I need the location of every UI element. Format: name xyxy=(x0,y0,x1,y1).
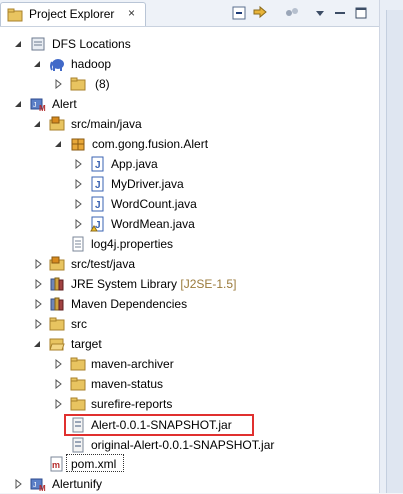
maven-project-icon: JM xyxy=(30,476,46,492)
tree-item-original-alert-jar[interactable]: original-Alert-0.0.1-SNAPSHOT.jar xyxy=(0,435,379,455)
svg-text:J: J xyxy=(33,102,37,109)
tree-item-hadoop[interactable]: hadoop xyxy=(0,54,379,74)
java-file-icon: J xyxy=(90,156,106,172)
chevron-right-icon[interactable] xyxy=(73,179,83,189)
jre-label: JRE System Library xyxy=(71,277,178,291)
jar-file-icon xyxy=(70,437,86,453)
folder-icon xyxy=(49,316,65,332)
chevron-down-icon[interactable] xyxy=(32,339,42,349)
java-file-warning-icon: J xyxy=(90,216,106,232)
chevron-right-icon[interactable] xyxy=(53,359,63,369)
tree-item-app-java[interactable]: J App.java xyxy=(0,154,379,174)
svg-text:m: m xyxy=(52,460,60,470)
chevron-right-icon[interactable] xyxy=(13,479,23,489)
chevron-right-icon[interactable] xyxy=(33,299,43,309)
open-folder-icon xyxy=(49,336,65,352)
chevron-right-icon[interactable] xyxy=(33,279,43,289)
maven-project-icon: JM xyxy=(30,96,46,112)
minimize-icon[interactable] xyxy=(331,4,349,22)
elephant-icon xyxy=(49,56,65,72)
tree-item-target[interactable]: target xyxy=(0,334,379,354)
tree-item-mydriver-java[interactable]: J MyDriver.java xyxy=(0,174,379,194)
pom-file-icon: m xyxy=(49,456,65,472)
editor-area-border xyxy=(386,10,403,493)
tree-item-alertunify-project[interactable]: JM Alertunify xyxy=(0,474,379,494)
editor-area-edge xyxy=(380,0,403,493)
maximize-icon[interactable] xyxy=(352,4,370,22)
tree-item-wordcount-java[interactable]: J WordCount.java xyxy=(0,194,379,214)
chevron-right-icon[interactable] xyxy=(73,219,83,229)
properties-file-icon xyxy=(70,236,86,252)
library-icon xyxy=(49,276,65,292)
jre-version-decoration: [J2SE-1.5] xyxy=(180,277,237,291)
chevron-right-icon[interactable] xyxy=(33,259,43,269)
tree-item-jre-system-library[interactable]: JRE System Library [J2SE-1.5] xyxy=(0,274,379,294)
tree-item-src-test-java[interactable]: src/test/java xyxy=(0,254,379,274)
chevron-right-icon[interactable] xyxy=(33,319,43,329)
source-folder-icon xyxy=(49,116,65,132)
chevron-right-icon[interactable] xyxy=(53,399,63,409)
tree-item-maven-dependencies[interactable]: Maven Dependencies xyxy=(0,294,379,314)
folder-icon xyxy=(70,376,86,392)
svg-text:J: J xyxy=(95,160,101,171)
project-explorer-panel: Project Explorer × DFS Locations hadoop xyxy=(0,0,380,493)
chevron-right-icon[interactable] xyxy=(53,379,63,389)
package-icon xyxy=(70,136,86,152)
tree-item-maven-archiver[interactable]: maven-archiver xyxy=(0,354,379,374)
chevron-down-icon[interactable] xyxy=(32,59,42,69)
java-file-icon: J xyxy=(90,196,106,212)
svg-text:J: J xyxy=(95,200,101,211)
tree-item-alert-jar[interactable]: Alert-0.0.1-SNAPSHOT.jar xyxy=(0,415,379,435)
tree-item-maven-status[interactable]: maven-status xyxy=(0,374,379,394)
close-icon[interactable]: × xyxy=(128,6,135,20)
chevron-down-icon[interactable] xyxy=(13,99,23,109)
tree-item-src[interactable]: src xyxy=(0,314,379,334)
java-file-icon: J xyxy=(90,176,106,192)
chevron-down-icon[interactable] xyxy=(53,139,63,149)
link-with-editor-icon[interactable] xyxy=(251,4,269,22)
svg-text:M: M xyxy=(39,104,46,112)
dfs-locations-icon xyxy=(30,36,46,52)
chevron-right-icon[interactable] xyxy=(53,79,63,89)
chevron-down-icon[interactable] xyxy=(32,119,42,129)
view-title: Project Explorer xyxy=(29,7,115,21)
svg-text:J: J xyxy=(33,482,37,489)
tree-item-src-main-java[interactable]: src/main/java xyxy=(0,114,379,134)
chevron-right-icon[interactable] xyxy=(73,199,83,209)
jar-file-icon xyxy=(70,417,86,433)
source-folder-icon xyxy=(49,256,65,272)
tree-item-dfs-locations[interactable]: DFS Locations xyxy=(0,34,379,54)
tree-item-surefire-reports[interactable]: surefire-reports xyxy=(0,394,379,414)
folder-icon xyxy=(70,396,86,412)
library-icon xyxy=(49,296,65,312)
tab-project-explorer[interactable]: Project Explorer × xyxy=(0,2,146,26)
filters-icon[interactable] xyxy=(283,4,301,22)
tree-item-alert-project[interactable]: JM Alert xyxy=(0,94,379,114)
folder-icon xyxy=(70,356,86,372)
tree-item-log4j-properties[interactable]: log4j.properties xyxy=(0,234,379,254)
view-tab-bar: Project Explorer × xyxy=(0,0,379,27)
tree-item-hadoop-folder[interactable]: (8) xyxy=(0,74,379,94)
svg-text:M: M xyxy=(39,484,46,492)
collapse-all-icon[interactable] xyxy=(230,4,248,22)
tree-item-wordmean-java[interactable]: J WordMean.java xyxy=(0,214,379,234)
tree-item-package[interactable]: com.gong.fusion.Alert xyxy=(0,134,379,154)
chevron-down-icon[interactable] xyxy=(13,39,23,49)
folder-icon xyxy=(70,76,86,92)
chevron-right-icon[interactable] xyxy=(73,159,83,169)
tree-item-pom-xml[interactable]: m pom.xml xyxy=(0,454,379,474)
svg-text:J: J xyxy=(95,180,101,191)
project-explorer-icon xyxy=(7,8,23,22)
view-menu-icon[interactable] xyxy=(311,4,329,22)
